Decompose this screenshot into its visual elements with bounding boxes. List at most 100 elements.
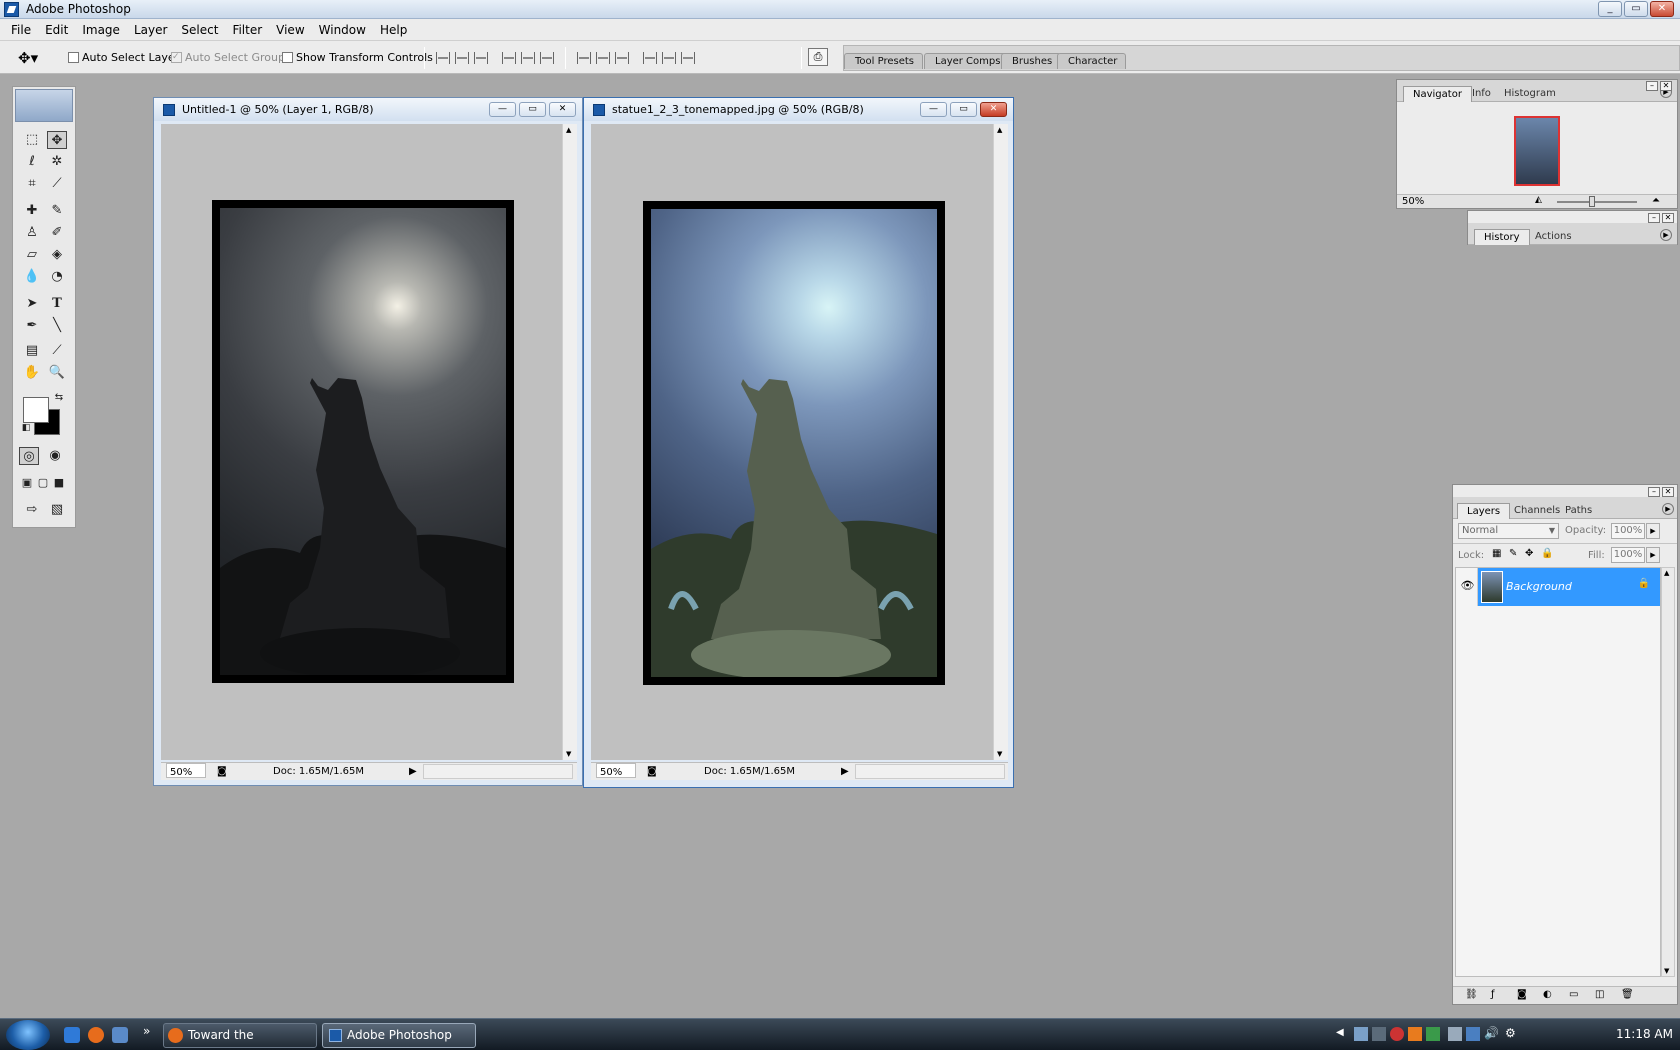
palette-menu-icon[interactable]: ▶ bbox=[1660, 229, 1672, 241]
tray-app-icon[interactable] bbox=[1448, 1027, 1462, 1041]
pen-tool-icon[interactable]: ✒ bbox=[22, 317, 42, 335]
doc-minimize-button[interactable]: — bbox=[489, 102, 516, 117]
document-window-statue[interactable]: statue1_2_3_tonemapped.jpg @ 50% (RGB/8)… bbox=[583, 97, 1014, 788]
opacity-arrow-icon[interactable]: ▶ bbox=[1646, 523, 1660, 539]
imageready-icon[interactable]: ▧ bbox=[47, 501, 67, 519]
menu-filter[interactable]: Filter bbox=[225, 20, 269, 40]
well-tab-tool-presets[interactable]: Tool Presets bbox=[844, 53, 923, 69]
doc-close-button[interactable]: ✕ bbox=[980, 102, 1007, 117]
menu-file[interactable]: File bbox=[4, 20, 38, 40]
path-selection-tool-icon[interactable]: ➤ bbox=[22, 295, 42, 313]
notes-tool-icon[interactable]: ▤ bbox=[22, 342, 42, 360]
palette-close-button[interactable]: ✕ bbox=[1662, 487, 1674, 497]
doc-minimize-button[interactable]: — bbox=[920, 102, 947, 117]
menu-edit[interactable]: Edit bbox=[38, 20, 75, 40]
tab-actions[interactable]: Actions bbox=[1526, 229, 1581, 245]
navigator-zoom-field[interactable]: 50% bbox=[1402, 196, 1424, 207]
well-tab-character[interactable]: Character bbox=[1057, 53, 1127, 69]
hand-tool-icon[interactable]: ✋ bbox=[22, 364, 42, 382]
vertical-scrollbar[interactable]: ▲ ▼ bbox=[993, 124, 1008, 760]
clone-stamp-tool-icon[interactable]: ♙ bbox=[22, 224, 42, 242]
marquee-tool-icon[interactable]: ⬚ bbox=[22, 131, 42, 149]
link-layers-icon[interactable]: ⛓ bbox=[1465, 989, 1478, 1000]
add-mask-icon[interactable]: ◙ bbox=[1517, 989, 1527, 1000]
start-button[interactable] bbox=[6, 1020, 50, 1050]
lock-all-icon[interactable]: 🔒 bbox=[1541, 548, 1553, 559]
align-top-icon[interactable] bbox=[436, 52, 450, 64]
well-tab-brushes[interactable]: Brushes bbox=[1001, 53, 1062, 69]
opacity-field[interactable]: 100% bbox=[1611, 523, 1645, 539]
vertical-scrollbar[interactable]: ▲ ▼ bbox=[562, 124, 577, 760]
layer-name[interactable]: Background bbox=[1506, 580, 1572, 593]
foreground-color-swatch[interactable] bbox=[23, 397, 49, 423]
align-right-icon[interactable] bbox=[540, 52, 554, 64]
zoom-field[interactable]: 50% bbox=[596, 763, 636, 778]
tab-navigator[interactable]: Navigator bbox=[1403, 86, 1472, 102]
network-icon[interactable] bbox=[1466, 1027, 1480, 1041]
line-tool-icon[interactable]: ╲ bbox=[47, 317, 67, 335]
document-title-bar[interactable]: Untitled-1 @ 50% (Layer 1, RGB/8) — ▭ ✕ bbox=[154, 98, 582, 121]
quick-mask-mode-icon[interactable]: ◉ bbox=[45, 447, 65, 465]
eyedropper-tool-icon[interactable]: ⟋ bbox=[47, 342, 67, 360]
distribute-center-icon[interactable] bbox=[596, 52, 610, 64]
zoom-in-icon[interactable]: ⏶ bbox=[1652, 195, 1660, 206]
internet-explorer-icon[interactable] bbox=[64, 1027, 80, 1043]
status-options-icon[interactable]: ◙ bbox=[217, 763, 227, 780]
scroll-up-arrow-icon[interactable]: ▲ bbox=[1664, 569, 1669, 577]
document-canvas[interactable] bbox=[161, 124, 562, 760]
status-options-icon[interactable]: ◙ bbox=[647, 763, 657, 780]
menu-select[interactable]: Select bbox=[174, 20, 225, 40]
document-window-untitled[interactable]: Untitled-1 @ 50% (Layer 1, RGB/8) — ▭ ✕ … bbox=[153, 97, 583, 786]
restore-button[interactable]: ▭ bbox=[1624, 1, 1648, 17]
lock-transparent-icon[interactable]: ▦ bbox=[1492, 548, 1501, 559]
layer-row-background[interactable]: 👁 Background 🔒 bbox=[1456, 568, 1660, 606]
dodge-tool-icon[interactable]: ◔ bbox=[47, 268, 67, 286]
palette-minimize-button[interactable]: – bbox=[1648, 213, 1660, 223]
show-desktop-icon[interactable] bbox=[112, 1027, 128, 1043]
scroll-up-arrow-icon[interactable]: ▲ bbox=[566, 126, 571, 134]
paint-bucket-tool-icon[interactable]: ◈ bbox=[47, 246, 67, 264]
distribute-top-icon[interactable] bbox=[577, 52, 591, 64]
distribute-left-icon[interactable] bbox=[643, 52, 657, 64]
tab-history[interactable]: History bbox=[1474, 229, 1530, 245]
standard-mode-icon[interactable]: ◎ bbox=[19, 447, 39, 465]
scroll-down-arrow-icon[interactable]: ▼ bbox=[566, 750, 571, 758]
palette-close-button[interactable]: ✕ bbox=[1662, 213, 1674, 223]
auto-select-layer-checkbox[interactable]: Auto Select Layer bbox=[68, 51, 179, 64]
blur-tool-icon[interactable]: 💧 bbox=[22, 268, 42, 286]
menu-image[interactable]: Image bbox=[75, 20, 127, 40]
well-tab-layer-comps[interactable]: Layer Comps bbox=[924, 53, 1010, 69]
doc-close-button[interactable]: ✕ bbox=[549, 102, 576, 117]
slice-tool-icon[interactable]: ⟋ bbox=[47, 175, 67, 193]
firefox-icon[interactable] bbox=[88, 1027, 104, 1043]
align-vertical-center-icon[interactable] bbox=[455, 52, 469, 64]
clock[interactable]: 11:18 AM bbox=[1616, 1027, 1673, 1041]
history-brush-tool-icon[interactable]: ✐ bbox=[47, 224, 67, 242]
status-menu-arrow-icon[interactable]: ▶ bbox=[841, 763, 849, 780]
tray-app-icon[interactable] bbox=[1408, 1027, 1422, 1041]
move-tool-preset-icon[interactable]: ✥▾ bbox=[18, 49, 38, 67]
scroll-down-arrow-icon[interactable]: ▼ bbox=[1664, 967, 1669, 975]
lasso-tool-icon[interactable]: ℓ bbox=[22, 153, 42, 171]
fill-field[interactable]: 100% bbox=[1611, 547, 1645, 563]
palette-menu-icon[interactable]: ▶ bbox=[1662, 503, 1674, 515]
horizontal-scrollbar[interactable] bbox=[423, 764, 573, 779]
brush-tool-icon[interactable]: ✎ bbox=[47, 202, 67, 220]
layers-scrollbar[interactable]: ▲ ▼ bbox=[1661, 567, 1675, 977]
zoom-slider-thumb[interactable] bbox=[1589, 196, 1595, 207]
horizontal-scrollbar[interactable] bbox=[855, 764, 1005, 779]
doc-maximize-button[interactable]: ▭ bbox=[950, 102, 977, 117]
taskbar-item-photoshop[interactable]: Adobe Photoshop bbox=[322, 1023, 476, 1048]
menu-window[interactable]: Window bbox=[312, 20, 373, 40]
status-menu-arrow-icon[interactable]: ▶ bbox=[409, 763, 417, 780]
menu-layer[interactable]: Layer bbox=[127, 20, 174, 40]
eye-visibility-icon[interactable]: 👁 bbox=[1458, 568, 1478, 606]
tab-histogram[interactable]: Histogram bbox=[1495, 86, 1565, 102]
lock-image-icon[interactable]: ✎ bbox=[1509, 548, 1517, 559]
jump-to-imageready-icon[interactable]: ⇨ bbox=[22, 501, 42, 519]
distribute-right-icon[interactable] bbox=[681, 52, 695, 64]
move-tool-icon[interactable]: ✥ bbox=[47, 131, 67, 149]
scroll-up-arrow-icon[interactable]: ▲ bbox=[997, 126, 1002, 134]
align-bottom-icon[interactable] bbox=[474, 52, 488, 64]
align-left-icon[interactable] bbox=[502, 52, 516, 64]
